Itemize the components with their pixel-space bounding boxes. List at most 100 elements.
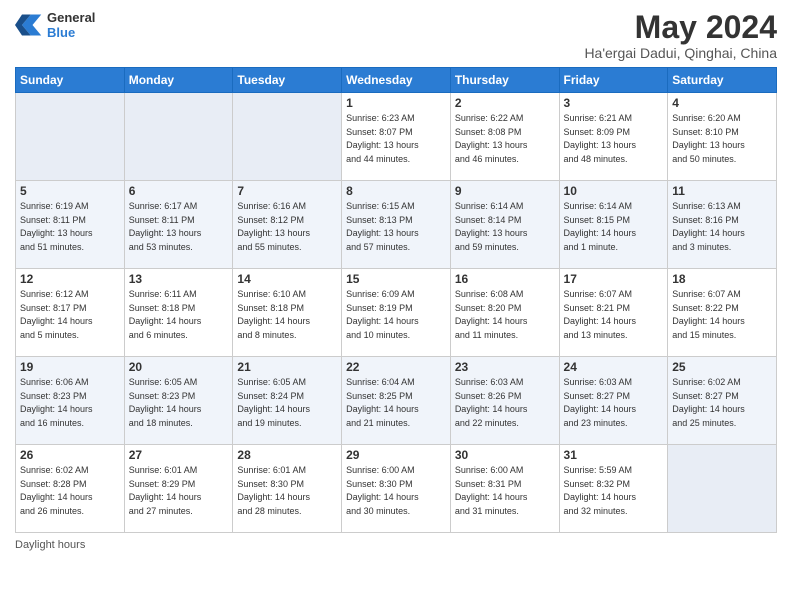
calendar-cell: 21Sunrise: 6:05 AM Sunset: 8:24 PM Dayli… bbox=[233, 357, 342, 445]
weekday-header-wednesday: Wednesday bbox=[342, 68, 451, 93]
calendar-cell: 20 Sunrise: 6:05 AM Sunset: 8:23 PM Dayli… bbox=[124, 357, 233, 445]
day-info: Sunrise: 6:08 AM Sunset: 8:20 PM Dayligh… bbox=[455, 288, 555, 342]
day-info: Sunrise: 5:59 AM Sunset: 8:32 PM Dayligh… bbox=[564, 464, 664, 518]
day-info: Sunrise: 6:15 AM Sunset: 8:13 PM Dayligh… bbox=[346, 200, 446, 254]
day-info: Sunrise: 6:06 AM Sunset: 8:23 PM Dayligh… bbox=[20, 376, 120, 430]
weekday-header-friday: Friday bbox=[559, 68, 668, 93]
calendar-cell: 14Sunrise: 6:10 AM Sunset: 8:18 PM Dayli… bbox=[233, 269, 342, 357]
calendar-cell: 24Sunrise: 6:03 AM Sunset: 8:27 PM Dayli… bbox=[559, 357, 668, 445]
day-info: Sunrise: 6:14 AM Sunset: 8:14 PM Dayligh… bbox=[455, 200, 555, 254]
weekday-header-monday: Monday bbox=[124, 68, 233, 93]
day-number: 25 bbox=[672, 360, 772, 374]
day-info: Sunrise: 6:02 AM Sunset: 8:27 PM Dayligh… bbox=[672, 376, 772, 430]
weekday-header-sunday: Sunday bbox=[16, 68, 125, 93]
title-block: May 2024 Ha'ergai Dadui, Qinghai, China bbox=[584, 10, 777, 61]
day-info: Sunrise: 6:00 AM Sunset: 8:30 PM Dayligh… bbox=[346, 464, 446, 518]
day-number: 5 bbox=[20, 184, 120, 198]
day-number: 3 bbox=[564, 96, 664, 110]
calendar-cell: 27 Sunrise: 6:01 AM Sunset: 8:29 PM Dayli… bbox=[124, 445, 233, 533]
day-number: 20 bbox=[129, 360, 229, 374]
day-number: 14 bbox=[237, 272, 337, 286]
day-number: 8 bbox=[346, 184, 446, 198]
weekday-header-saturday: Saturday bbox=[668, 68, 777, 93]
calendar-cell: 26 Sunrise: 6:02 AM Sunset: 8:28 PM Dayli… bbox=[16, 445, 125, 533]
week-row-1: 1Sunrise: 6:23 AM Sunset: 8:07 PM Daylig… bbox=[16, 93, 777, 181]
day-number: 12 bbox=[20, 272, 120, 286]
day-number: 17 bbox=[564, 272, 664, 286]
weekday-header-tuesday: Tuesday bbox=[233, 68, 342, 93]
calendar: SundayMondayTuesdayWednesdayThursdayFrid… bbox=[15, 67, 777, 533]
week-row-2: 5 Sunrise: 6:19 AM Sunset: 8:11 PM Daylig… bbox=[16, 181, 777, 269]
daylight-label: Daylight hours bbox=[15, 539, 85, 551]
day-info: Sunrise: 6:11 AM Sunset: 8:18 PM Dayligh… bbox=[129, 288, 229, 342]
day-info: Sunrise: 6:21 AM Sunset: 8:09 PM Dayligh… bbox=[564, 112, 664, 166]
location: Ha'ergai Dadui, Qinghai, China bbox=[584, 45, 777, 61]
logo-line1: General bbox=[47, 10, 95, 25]
day-number: 2 bbox=[455, 96, 555, 110]
header: General Blue May 2024 Ha'ergai Dadui, Qi… bbox=[15, 10, 777, 61]
calendar-cell: 5 Sunrise: 6:19 AM Sunset: 8:11 PM Daylig… bbox=[16, 181, 125, 269]
logo: General Blue bbox=[15, 10, 95, 40]
day-number: 24 bbox=[564, 360, 664, 374]
day-number: 13 bbox=[129, 272, 229, 286]
day-number: 30 bbox=[455, 448, 555, 462]
day-info: Sunrise: 6:13 AM Sunset: 8:16 PM Dayligh… bbox=[672, 200, 772, 254]
day-number: 22 bbox=[346, 360, 446, 374]
calendar-cell: 19 Sunrise: 6:06 AM Sunset: 8:23 PM Dayli… bbox=[16, 357, 125, 445]
month-year: May 2024 bbox=[584, 10, 777, 45]
day-info: Sunrise: 6:03 AM Sunset: 8:26 PM Dayligh… bbox=[455, 376, 555, 430]
day-number: 15 bbox=[346, 272, 446, 286]
day-number: 19 bbox=[20, 360, 120, 374]
day-number: 4 bbox=[672, 96, 772, 110]
day-number: 27 bbox=[129, 448, 229, 462]
day-number: 23 bbox=[455, 360, 555, 374]
day-number: 18 bbox=[672, 272, 772, 286]
day-number: 7 bbox=[237, 184, 337, 198]
calendar-body: 1Sunrise: 6:23 AM Sunset: 8:07 PM Daylig… bbox=[16, 93, 777, 533]
calendar-cell: 28 Sunrise: 6:01 AM Sunset: 8:30 PM Dayli… bbox=[233, 445, 342, 533]
calendar-cell: 11 Sunrise: 6:13 AM Sunset: 8:16 PM Dayli… bbox=[668, 181, 777, 269]
day-info: Sunrise: 6:17 AM Sunset: 8:11 PM Dayligh… bbox=[129, 200, 229, 254]
calendar-cell: 15Sunrise: 6:09 AM Sunset: 8:19 PM Dayli… bbox=[342, 269, 451, 357]
logo-text: General Blue bbox=[47, 10, 95, 40]
day-info: Sunrise: 6:05 AM Sunset: 8:23 PM Dayligh… bbox=[129, 376, 229, 430]
calendar-cell: 30 Sunrise: 6:00 AM Sunset: 8:31 PM Dayli… bbox=[450, 445, 559, 533]
page: General Blue May 2024 Ha'ergai Dadui, Qi… bbox=[0, 0, 792, 612]
day-info: Sunrise: 6:00 AM Sunset: 8:31 PM Dayligh… bbox=[455, 464, 555, 518]
day-info: Sunrise: 6:23 AM Sunset: 8:07 PM Dayligh… bbox=[346, 112, 446, 166]
day-info: Sunrise: 6:07 AM Sunset: 8:22 PM Dayligh… bbox=[672, 288, 772, 342]
calendar-cell: 12 Sunrise: 6:12 AM Sunset: 8:17 PM Dayli… bbox=[16, 269, 125, 357]
day-info: Sunrise: 6:01 AM Sunset: 8:30 PM Dayligh… bbox=[237, 464, 337, 518]
day-number: 31 bbox=[564, 448, 664, 462]
calendar-cell: 18 Sunrise: 6:07 AM Sunset: 8:22 PM Dayli… bbox=[668, 269, 777, 357]
calendar-cell: 2Sunrise: 6:22 AM Sunset: 8:08 PM Daylig… bbox=[450, 93, 559, 181]
day-number: 29 bbox=[346, 448, 446, 462]
calendar-cell: 23 Sunrise: 6:03 AM Sunset: 8:26 PM Dayli… bbox=[450, 357, 559, 445]
calendar-cell: 4 Sunrise: 6:20 AM Sunset: 8:10 PM Daylig… bbox=[668, 93, 777, 181]
calendar-cell: 22Sunrise: 6:04 AM Sunset: 8:25 PM Dayli… bbox=[342, 357, 451, 445]
calendar-cell: 3 Sunrise: 6:21 AM Sunset: 8:09 PM Daylig… bbox=[559, 93, 668, 181]
day-number: 11 bbox=[672, 184, 772, 198]
day-info: Sunrise: 6:02 AM Sunset: 8:28 PM Dayligh… bbox=[20, 464, 120, 518]
calendar-cell: 29 Sunrise: 6:00 AM Sunset: 8:30 PM Dayli… bbox=[342, 445, 451, 533]
calendar-cell: 6Sunrise: 6:17 AM Sunset: 8:11 PM Daylig… bbox=[124, 181, 233, 269]
calendar-cell: 1Sunrise: 6:23 AM Sunset: 8:07 PM Daylig… bbox=[342, 93, 451, 181]
weekday-row: SundayMondayTuesdayWednesdayThursdayFrid… bbox=[16, 68, 777, 93]
day-info: Sunrise: 6:20 AM Sunset: 8:10 PM Dayligh… bbox=[672, 112, 772, 166]
calendar-cell: 25 Sunrise: 6:02 AM Sunset: 8:27 PM Dayli… bbox=[668, 357, 777, 445]
day-number: 16 bbox=[455, 272, 555, 286]
calendar-cell bbox=[124, 93, 233, 181]
day-info: Sunrise: 6:01 AM Sunset: 8:29 PM Dayligh… bbox=[129, 464, 229, 518]
calendar-cell: 7 Sunrise: 6:16 AM Sunset: 8:12 PM Daylig… bbox=[233, 181, 342, 269]
day-number: 28 bbox=[237, 448, 337, 462]
day-info: Sunrise: 6:12 AM Sunset: 8:17 PM Dayligh… bbox=[20, 288, 120, 342]
calendar-cell bbox=[668, 445, 777, 533]
day-number: 26 bbox=[20, 448, 120, 462]
week-row-3: 12 Sunrise: 6:12 AM Sunset: 8:17 PM Dayli… bbox=[16, 269, 777, 357]
calendar-cell: 13 Sunrise: 6:11 AM Sunset: 8:18 PM Dayli… bbox=[124, 269, 233, 357]
day-info: Sunrise: 6:16 AM Sunset: 8:12 PM Dayligh… bbox=[237, 200, 337, 254]
day-info: Sunrise: 6:05 AM Sunset: 8:24 PM Dayligh… bbox=[237, 376, 337, 430]
day-info: Sunrise: 6:19 AM Sunset: 8:11 PM Dayligh… bbox=[20, 200, 120, 254]
calendar-cell: 10Sunrise: 6:14 AM Sunset: 8:15 PM Dayli… bbox=[559, 181, 668, 269]
week-row-5: 26 Sunrise: 6:02 AM Sunset: 8:28 PM Dayli… bbox=[16, 445, 777, 533]
